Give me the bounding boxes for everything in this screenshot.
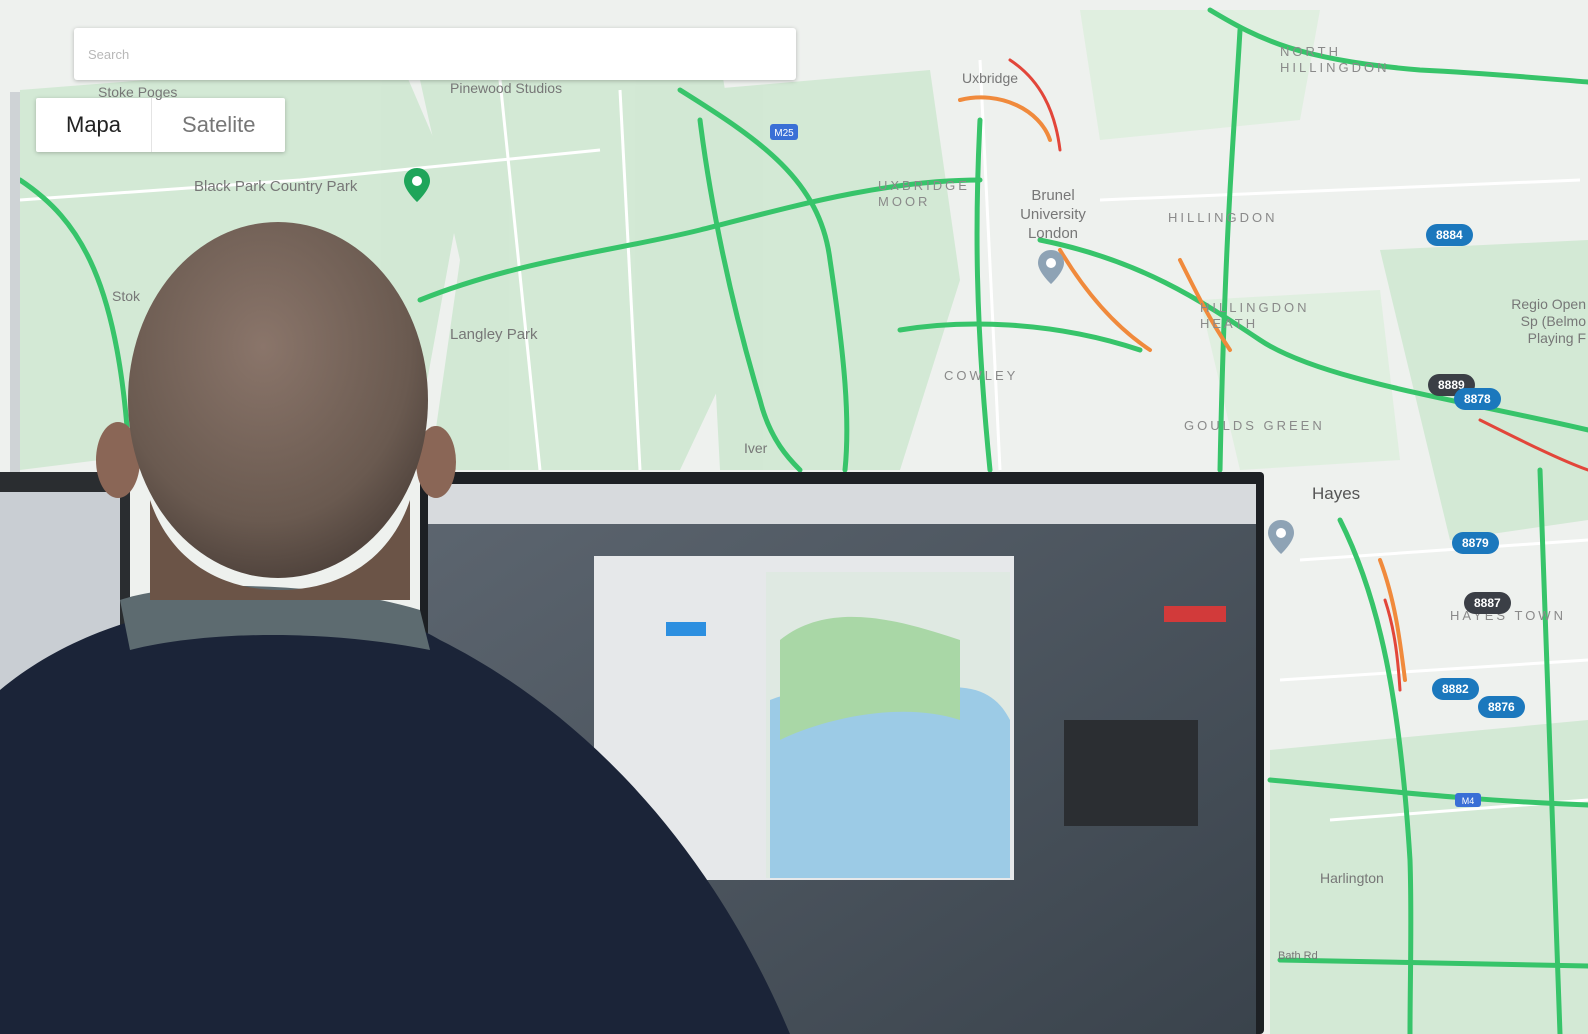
map-label-stoke-poges: Stoke Poges — [98, 84, 178, 100]
map-label-goulds-green: GOULDS GREEN — [1184, 418, 1325, 433]
m4-label: M4 — [1462, 796, 1475, 806]
map-label-brunel: Brunel University London — [1020, 187, 1086, 242]
university-pin-icon[interactable] — [1036, 248, 1066, 286]
map-label-bath-rd: Bath Rd — [1278, 950, 1318, 962]
map-label-pinewood: Pinewood Studios — [450, 80, 563, 96]
vehicle-badge-8876[interactable]: 8876 — [1478, 696, 1525, 718]
map-type-mapa-button[interactable]: Mapa — [36, 98, 151, 152]
m25-label: M25 — [774, 128, 794, 139]
map-label-hillingdon: HILLINGDON — [1168, 210, 1278, 225]
map-label-iver: Iver — [744, 440, 768, 456]
map-label-regional-park: Regio Open Sp (Belmo Playing F — [1511, 296, 1586, 346]
vehicle-badge-8882[interactable]: 8882 — [1432, 678, 1479, 700]
vehicle-badge-8887[interactable]: 8887 — [1464, 592, 1511, 614]
map-label-uxbridge: Uxbridge — [962, 70, 1019, 86]
vehicle-badge-8878[interactable]: 8878 — [1454, 388, 1501, 410]
map-label-harlington: Harlington — [1320, 870, 1384, 886]
search-input[interactable] — [74, 28, 796, 80]
map-label-black-park: Black Park Country Park — [194, 178, 358, 195]
map-label-hillingdon-heath: HILLINGDON HEATH — [1200, 300, 1310, 331]
vehicle-badge-8884[interactable]: 8884 — [1426, 224, 1473, 246]
search-box[interactable] — [74, 28, 796, 80]
park-pin-icon[interactable] — [402, 166, 432, 204]
vehicle-badge-8879[interactable]: 8879 — [1452, 532, 1499, 554]
map-screen: M25 M4 Mapa Satelite Stoke Poges Pinewoo… — [0, 0, 1588, 1034]
map-label-hayes: Hayes — [1312, 484, 1361, 503]
map-type-satellite-button[interactable]: Satelite — [151, 98, 285, 152]
map-label-stoke: Stok — [112, 288, 141, 304]
map-label-uxbridge-moor: UXBRIDGE MOOR — [878, 178, 970, 209]
map-label-north-hillingdon: NORTH HILLINGDON — [1280, 44, 1390, 75]
map-label-langley-park: Langley Park — [450, 326, 538, 343]
left-panel-edge — [10, 92, 20, 472]
location-pin-icon[interactable] — [1266, 518, 1296, 556]
map-type-toggle: Mapa Satelite — [36, 98, 286, 152]
map-label-cowley: COWLEY — [944, 368, 1019, 383]
